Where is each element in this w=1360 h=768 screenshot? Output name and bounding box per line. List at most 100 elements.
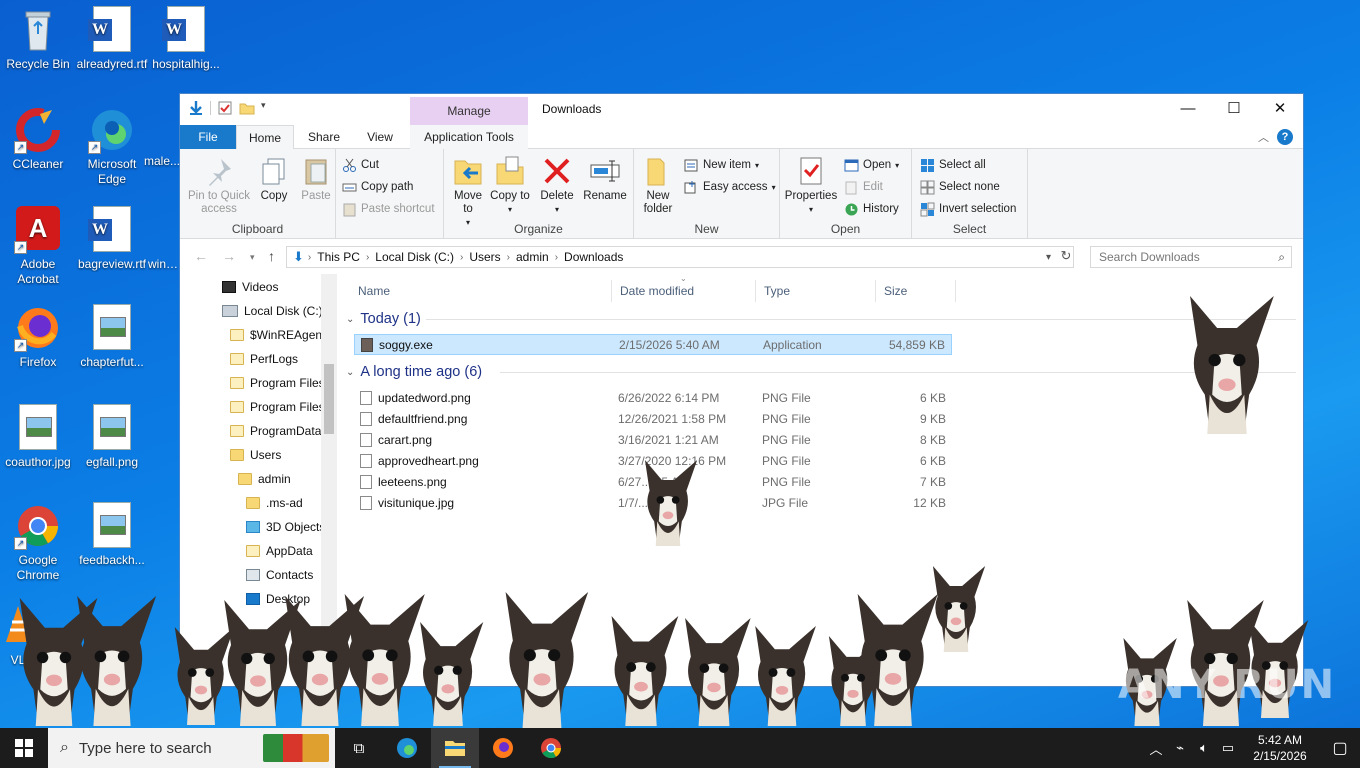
notification-center-icon[interactable]: ▢ — [1320, 738, 1360, 758]
desktop-icon-male[interactable]: male... — [144, 106, 184, 169]
easy-access-button[interactable]: Easy access ▾ — [684, 177, 776, 197]
folder-down-arrow-icon[interactable] — [188, 100, 204, 116]
copy-to-button[interactable]: Copy to ▾ — [490, 153, 530, 216]
volume-icon[interactable]: 🔈︎ — [1192, 740, 1216, 756]
open-button[interactable]: Open ▾ — [844, 155, 899, 175]
paste-shortcut-button[interactable]: Paste shortcut — [342, 199, 435, 219]
breadcrumb-this-pc[interactable]: This PC — [311, 250, 366, 264]
manage-contextual-tab[interactable]: Manage — [410, 97, 528, 125]
collapse-chevron-icon[interactable]: ⌄ — [346, 314, 354, 325]
show-hidden-icons-chevron-icon[interactable]: ︿ — [1144, 739, 1168, 758]
address-bar[interactable]: ⬇ › This PC › Local Disk (C:) › Users › … — [286, 246, 1074, 268]
nav-item-admin[interactable]: admin — [238, 468, 291, 490]
meet-now-icon[interactable]: ⌁ — [1168, 740, 1192, 756]
back-arrow-icon[interactable]: ← — [194, 248, 208, 264]
desktop-icon-chapterfut[interactable]: chapterfut... — [74, 304, 150, 370]
desktop-icon-feedbackh[interactable]: feedbackh... — [74, 502, 150, 568]
nav-item-local-disk[interactable]: Local Disk (C:) — [222, 300, 323, 322]
invert-selection-button[interactable]: Invert selection — [920, 199, 1016, 219]
pin-to-quick-access-button[interactable]: Pin to Quick access — [186, 153, 252, 216]
breadcrumb-local-disk[interactable]: Local Disk (C:) — [369, 250, 460, 264]
properties-button[interactable]: Properties ▾ — [782, 153, 840, 216]
file-row-soggy-exe[interactable]: soggy.exe 2/15/2026 5:40 AM Application … — [354, 334, 952, 355]
taskbar-file-explorer-button[interactable] — [431, 728, 479, 768]
desktop-icon-alreadyred[interactable]: W alreadyred.rtf — [74, 6, 150, 72]
tab-home[interactable]: Home — [236, 125, 294, 150]
group-header-today[interactable]: ⌄ Today (1) — [346, 308, 421, 330]
clock[interactable]: 5:42 AM 2/15/2026 — [1240, 732, 1320, 764]
edit-button[interactable]: Edit — [844, 177, 883, 197]
column-header-date-modified[interactable]: Date modified — [612, 280, 756, 302]
desktop-icon-edge[interactable]: ↗ Microsoft Edge — [74, 106, 150, 187]
nav-item-ms-ad[interactable]: .ms-ad — [246, 492, 303, 514]
refresh-icon[interactable]: ↻ — [1058, 248, 1074, 264]
nav-item-perflogs[interactable]: PerfLogs — [230, 348, 298, 370]
minimize-button[interactable]: — — [1165, 94, 1211, 124]
column-header-size[interactable]: Size — [876, 280, 956, 302]
copy-button[interactable]: Copy — [254, 153, 294, 203]
scrollbar-thumb[interactable] — [324, 364, 334, 434]
new-folder-button[interactable]: New folder — [636, 153, 680, 216]
taskbar-firefox-button[interactable] — [479, 728, 527, 768]
file-row[interactable]: updatedword.png 6/26/2022 6:14 PM PNG Fi… — [354, 388, 952, 409]
desktop-icon-coauthor[interactable]: coauthor.jpg — [0, 404, 76, 470]
collapse-chevron-icon[interactable]: ⌄ — [346, 367, 354, 378]
select-all-button[interactable]: Select all — [920, 155, 986, 175]
desktop-icon-hospitalhig[interactable]: W hospitalhig... — [148, 6, 224, 72]
desktop-icon-firefox[interactable]: ↗ Firefox — [0, 304, 76, 370]
taskbar-chrome-button[interactable] — [527, 728, 575, 768]
column-header-name[interactable]: Name — [350, 280, 612, 302]
recent-locations-chevron-icon[interactable]: ▾ — [250, 252, 255, 263]
nav-item-appdata[interactable]: AppData — [246, 540, 313, 562]
network-icon[interactable]: ▭ — [1216, 740, 1240, 756]
nav-item-contacts[interactable]: Contacts — [246, 564, 313, 586]
breadcrumb-users[interactable]: Users — [463, 250, 506, 264]
nav-item-programdata[interactable]: ProgramData — [230, 420, 321, 442]
delete-button[interactable]: Delete ▾ — [534, 153, 580, 216]
nav-item-program-files-x86[interactable]: Program Files — [230, 396, 325, 418]
desktop-icon-wine[interactable]: wine... — [148, 206, 180, 272]
rename-button[interactable]: Rename — [582, 153, 628, 203]
up-arrow-icon[interactable]: ↑ — [268, 248, 275, 264]
help-icon[interactable]: ? — [1277, 129, 1293, 145]
nav-item-videos[interactable]: Videos — [222, 276, 278, 298]
desktop-icon-recycle-bin[interactable]: Recycle Bin — [0, 6, 76, 72]
new-item-button[interactable]: New item ▾ — [684, 155, 759, 175]
nav-item-users[interactable]: Users — [230, 444, 281, 466]
collapse-ribbon-icon[interactable]: ︿ — [1258, 129, 1269, 145]
start-button[interactable] — [0, 728, 48, 768]
copy-path-button[interactable]: Copy path — [342, 177, 413, 197]
properties-check-icon[interactable] — [217, 100, 233, 116]
tab-application-tools[interactable]: Application Tools — [410, 125, 528, 149]
task-view-button[interactable]: ⧉ — [335, 728, 383, 768]
nav-item-program-files[interactable]: Program Files — [230, 372, 325, 394]
nav-item-winreagent[interactable]: $WinREAgent — [230, 324, 325, 346]
cut-button[interactable]: Cut — [342, 155, 379, 175]
desktop-icon-egfall[interactable]: egfall.png — [74, 404, 150, 470]
breadcrumb-downloads[interactable]: Downloads — [558, 250, 629, 264]
column-header-type[interactable]: Type — [756, 280, 876, 302]
search-input[interactable]: Search Downloads ⌕ — [1090, 246, 1292, 268]
file-row[interactable]: defaultfriend.png 12/26/2021 1:58 PM PNG… — [354, 409, 952, 430]
new-folder-icon[interactable] — [239, 100, 255, 116]
taskbar-edge-button[interactable] — [383, 728, 431, 768]
tab-view[interactable]: View — [356, 125, 404, 149]
file-row[interactable]: carart.png 3/16/2021 1:21 AM PNG File 8 … — [354, 430, 952, 451]
breadcrumb-admin[interactable]: admin — [510, 250, 555, 264]
move-to-button[interactable]: Move to ▾ — [448, 153, 488, 229]
group-header-long-time-ago[interactable]: ⌄ A long time ago (6) — [346, 361, 482, 383]
close-button[interactable]: ✕ — [1257, 94, 1303, 124]
select-none-button[interactable]: Select none — [920, 177, 1000, 197]
desktop-icon-adobe-acrobat[interactable]: A ↗ Adobe Acrobat — [0, 206, 76, 287]
nav-item-3d-objects[interactable]: 3D Objects — [246, 516, 325, 538]
desktop-icon-bagreview[interactable]: W bagreview.rtf — [74, 206, 150, 272]
taskbar-search-box[interactable]: ⌕ Type here to search — [48, 728, 335, 768]
qat-dropdown-icon[interactable]: ▾ — [261, 100, 271, 116]
desktop-icon-chrome[interactable]: ↗ Google Chrome — [0, 502, 76, 583]
tab-share[interactable]: Share — [298, 125, 350, 149]
desktop-icon-ccleaner[interactable]: ↗ CCleaner — [0, 106, 76, 172]
maximize-button[interactable]: ☐ — [1211, 94, 1257, 124]
tab-file[interactable]: File — [180, 125, 236, 149]
paste-button[interactable]: Paste — [296, 153, 336, 203]
history-button[interactable]: History — [844, 199, 899, 219]
